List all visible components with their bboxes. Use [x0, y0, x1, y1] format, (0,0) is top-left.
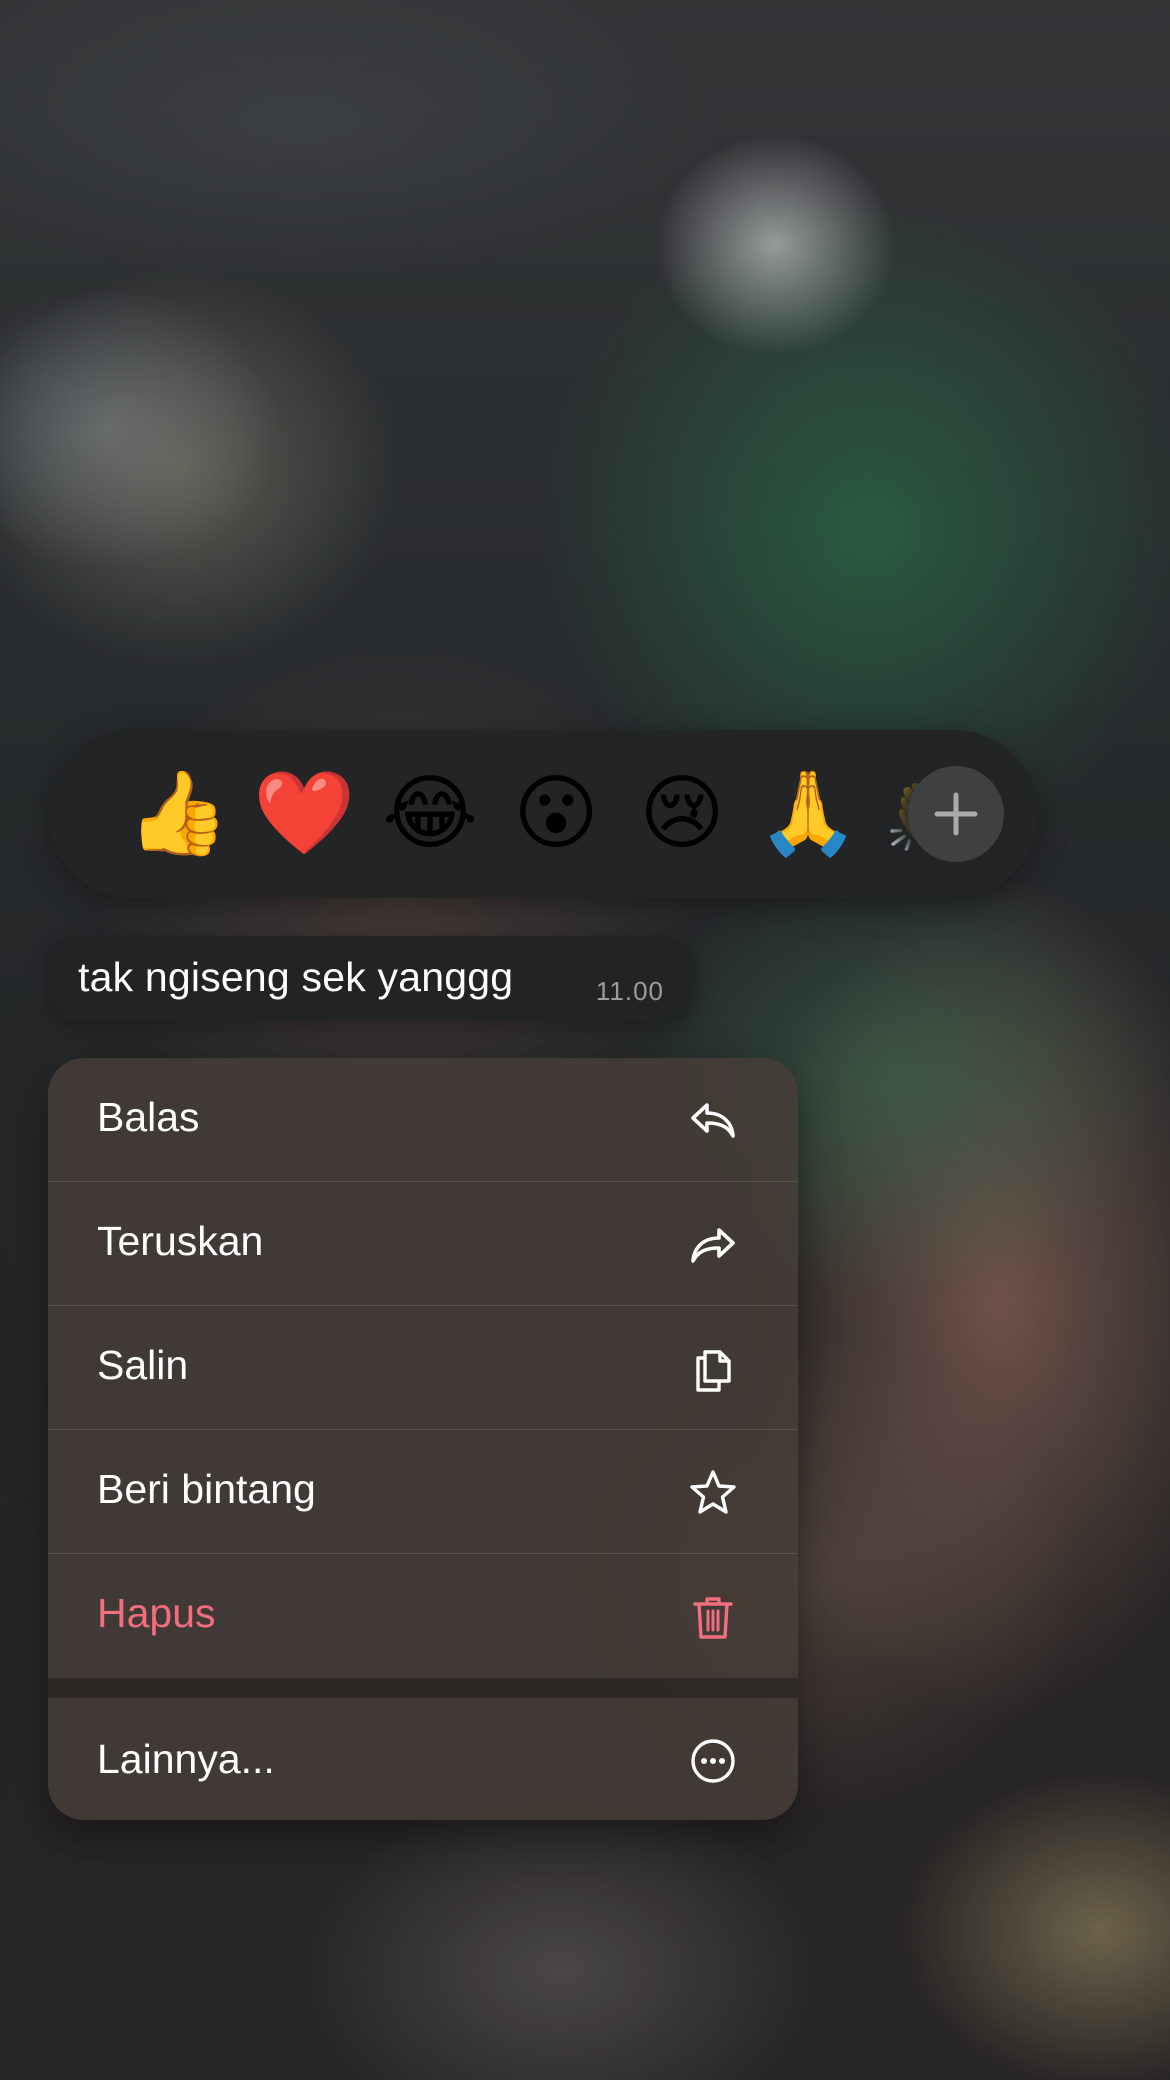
reaction-red-heart[interactable]: ❤️ — [250, 760, 358, 868]
reaction-thumbs-up[interactable]: 👍 — [124, 760, 232, 868]
star-icon — [690, 1470, 736, 1514]
reply-icon — [691, 1103, 735, 1138]
reaction-crying-face[interactable]: 😢 — [628, 760, 736, 868]
menu-item-star[interactable]: Beri bintang — [48, 1430, 798, 1554]
menu-item-label: Salin — [97, 1342, 189, 1388]
menu-item-label: Balas — [97, 1094, 200, 1140]
message-context-menu: Balas Teruskan Salin Beri bintang Hapus — [48, 1058, 798, 1820]
menu-group-separator — [48, 1678, 798, 1698]
message-text: tak ngiseng sek yanggg — [78, 954, 514, 1000]
forward-icon — [691, 1228, 735, 1263]
copy-icon — [696, 1350, 731, 1392]
reaction-folded-hands[interactable]: 🙏 — [754, 760, 862, 868]
reaction-tears-of-joy[interactable]: 😂 — [376, 760, 484, 868]
message-bubble[interactable]: tak ngiseng sek yanggg 11.00 — [48, 936, 694, 1020]
menu-item-reply[interactable]: Balas — [48, 1058, 798, 1182]
menu-item-copy[interactable]: Salin — [48, 1306, 798, 1430]
add-reaction-button[interactable] — [908, 766, 1004, 862]
message-timestamp: 11.00 — [595, 976, 664, 1006]
more-icon — [691, 1739, 735, 1783]
reaction-bar: 👍 ❤️ 😂 😮 😢 🙏 👏 — [48, 730, 1038, 898]
menu-item-delete[interactable]: Hapus — [48, 1554, 798, 1678]
menu-item-label: Teruskan — [97, 1218, 264, 1264]
menu-item-forward[interactable]: Teruskan — [48, 1182, 798, 1306]
menu-item-label: Lainnya... — [97, 1736, 275, 1782]
menu-item-more[interactable]: Lainnya... — [48, 1698, 798, 1820]
reaction-open-mouth[interactable]: 😮 — [502, 760, 610, 868]
plus-icon — [934, 792, 978, 836]
menu-item-label: Hapus — [97, 1590, 216, 1636]
trash-icon — [693, 1597, 733, 1639]
menu-item-label: Beri bintang — [97, 1466, 316, 1512]
